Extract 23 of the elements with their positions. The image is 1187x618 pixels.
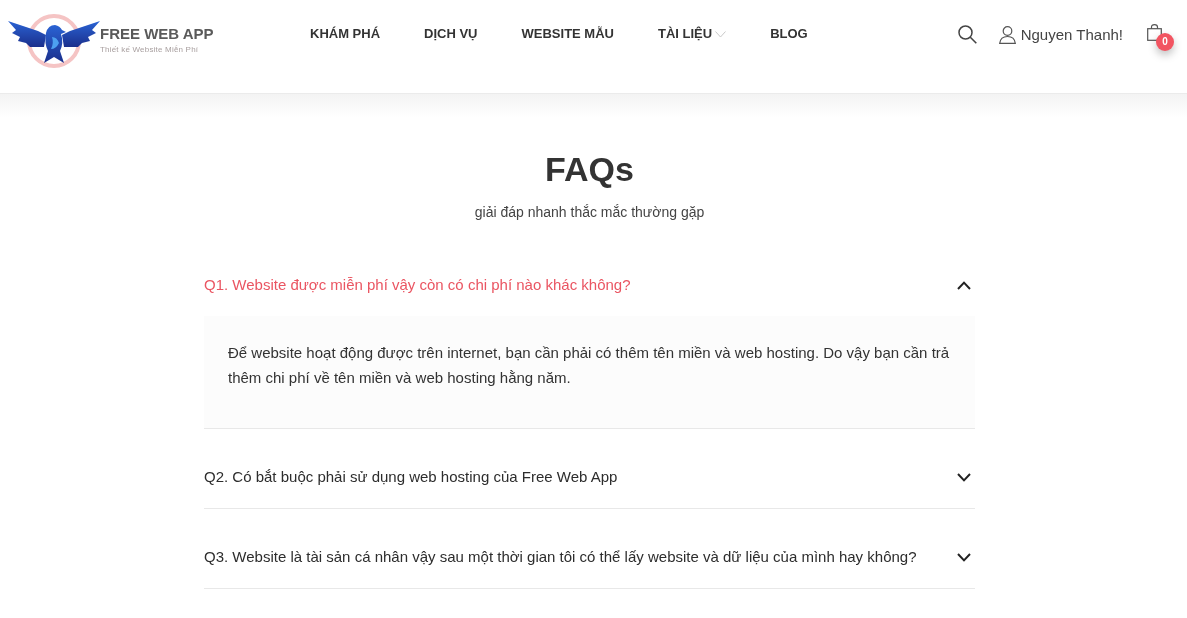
eagle-logo-icon — [8, 13, 100, 71]
chevron-down-icon — [957, 552, 971, 562]
brand-name: FREE WEB APP — [100, 25, 214, 43]
faq-question[interactable]: Q3. Website là tài sản cá nhân vậy sau một thời gian tôi có thể lấy website và dữ liệu của mình hay không? — [204, 509, 975, 588]
nav-link[interactable]: TÀI LIỆU — [657, 25, 727, 43]
user-account-link[interactable]: Nguyen Thanh! — [998, 24, 1123, 46]
page-subtitle: giải đáp nhanh thắc mắc thường gặp — [473, 203, 706, 221]
shopping-bag-icon[interactable] — [1147, 24, 1162, 41]
brand-tagline: Thiết kế Website Miễn Phí — [100, 45, 200, 55]
cart-count-badge: 0 — [1156, 33, 1174, 51]
chevron-down-icon — [715, 30, 727, 38]
user-icon — [998, 26, 1016, 44]
faq-question[interactable]: Q2. Có bắt buộc phải sử dụng web hosting của Free Web App — [204, 429, 975, 508]
nav-link[interactable]: BLOG — [770, 25, 808, 43]
page-title: FAQs — [544, 149, 635, 189]
nav-link[interactable]: KHÁM PHÁ — [310, 25, 381, 43]
faq-answer: Để website hoạt động được trên internet, bạn cần phải có thêm tên miền và web hosting. Do vậy bạn cần trả thêm chi phí về tên miền và web hosting hằng năm. — [228, 343, 951, 388]
nav-link[interactable]: WEBSITE MẪU — [521, 25, 614, 43]
nav-link[interactable]: DỊCH VỤ — [424, 25, 478, 43]
chevron-down-icon — [957, 472, 971, 482]
faq-question[interactable]: Q1. Website được miễn phí vậy còn có chi phí nào khác không? — [204, 237, 975, 316]
search-icon[interactable] — [957, 25, 977, 44]
chevron-up-icon — [957, 280, 971, 290]
